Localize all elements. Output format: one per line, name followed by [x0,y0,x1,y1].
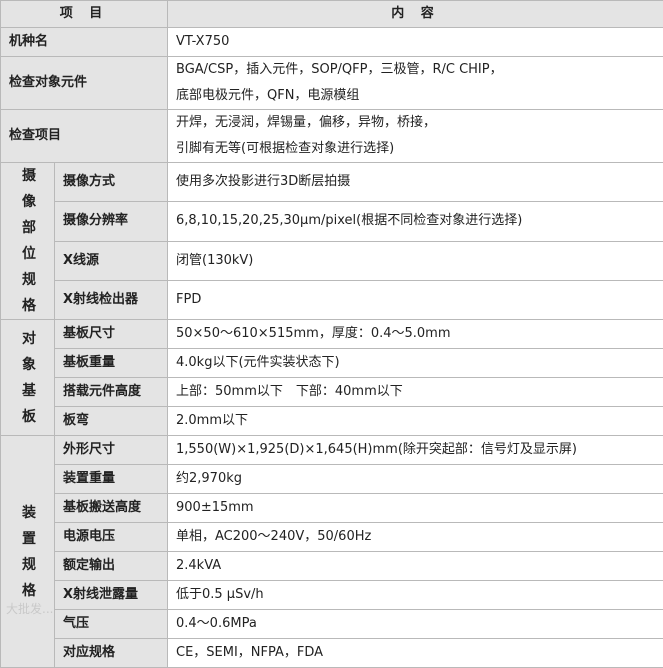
value-line: 引脚有无等(可根据检查对象进行选择) [176,136,663,162]
table-row: 对应规格 CE，SEMI，NFPA，FDA [1,639,663,668]
row-label: 摄像分辨率 [55,202,168,241]
group-label: 装 置 规 格 [1,436,55,668]
header-item: 项 目 [1,1,168,28]
value-line: 底部电极元件，QFN，电源模组 [176,83,663,109]
table-row: 基板重量 4.0kg以下(元件实装状态下) [1,349,663,378]
row-label: 搭载元件高度 [55,378,168,407]
header-content: 内 容 [168,1,663,28]
row-value: VT-X750 [168,28,663,57]
watermark: 大批发... [6,600,53,617]
row-value: 使用多次投影进行3D断层拍摄 [168,163,663,202]
row-label: 额定输出 [55,552,168,581]
group-label-line: 基 板 [9,378,54,430]
header-row: 项 目 内 容 [1,1,663,28]
row-label: 气压 [55,610,168,639]
row-label: X射线检出器 [55,280,168,319]
group-label-line: 规 格 [9,552,54,604]
row-value: 约2,970kg [168,465,663,494]
table-row: 机种名 VT-X750 [1,28,663,57]
row-value: 900±15mm [168,494,663,523]
table-row: 基板搬送高度 900±15mm [1,494,663,523]
row-label: 装置重量 [55,465,168,494]
row-value: 6,8,10,15,20,25,30μm/pixel(根据不同检查对象进行选择) [168,202,663,241]
row-label: 机种名 [1,28,168,57]
table-row: 板弯 2.0mm以下 [1,407,663,436]
row-value: 单相，AC200～240V，50/60Hz [168,523,663,552]
row-label: 基板搬送高度 [55,494,168,523]
group-label-line: 规 格 [9,267,54,319]
row-label: 外形尺寸 [55,436,168,465]
spec-table: 项 目 内 容 机种名 VT-X750 检查对象元件 BGA/CSP，插入元件，… [0,0,663,668]
row-value: 1,550(W)×1,925(D)×1,645(H)mm(除开突起部：信号灯及显… [168,436,663,465]
table-row: 摄像分辨率 6,8,10,15,20,25,30μm/pixel(根据不同检查对… [1,202,663,241]
table-row: X射线检出器 FPD [1,280,663,319]
table-row: X射线泄露量 低于0.5 μSv/h [1,581,663,610]
row-label: X线源 [55,241,168,280]
group-label: 对 象 基 板 [1,320,55,436]
value-line: 开焊，无浸润，焊锡量，偏移，异物，桥接， [176,110,663,136]
table-row: 额定输出 2.4kVA [1,552,663,581]
group-label-line: 摄 像 [9,163,54,215]
row-label: 检查项目 [1,110,168,163]
row-value: 2.0mm以下 [168,407,663,436]
row-label: 板弯 [55,407,168,436]
row-label: 摄像方式 [55,163,168,202]
row-value: 4.0kg以下(元件实装状态下) [168,349,663,378]
row-value: 开焊，无浸润，焊锡量，偏移，异物，桥接， 引脚有无等(可根据检查对象进行选择) [168,110,663,163]
table-row: 检查对象元件 BGA/CSP，插入元件，SOP/QFP，三极管，R/C CHIP… [1,57,663,110]
row-label: 检查对象元件 [1,57,168,110]
row-value: FPD [168,280,663,319]
table-row: 对 象 基 板 基板尺寸 50×50～610×515mm，厚度：0.4～5.0m… [1,320,663,349]
table-row: 检查项目 开焊，无浸润，焊锡量，偏移，异物，桥接， 引脚有无等(可根据检查对象进… [1,110,663,163]
group-label-line: 装 置 [9,500,54,552]
group-label: 摄 像 部 位 规 格 [1,163,55,320]
group-label-line: 对 象 [9,326,54,378]
row-label: 对应规格 [55,639,168,668]
table-row: X线源 闭管(130kV) [1,241,663,280]
row-label: 电源电压 [55,523,168,552]
row-label: 基板尺寸 [55,320,168,349]
value-line: BGA/CSP，插入元件，SOP/QFP，三极管，R/C CHIP， [176,57,663,83]
row-label: 基板重量 [55,349,168,378]
row-label: X射线泄露量 [55,581,168,610]
row-value: 闭管(130kV) [168,241,663,280]
row-value: 低于0.5 μSv/h [168,581,663,610]
table-row: 气压 0.4～0.6MPa [1,610,663,639]
row-value: 上部：50mm以下 下部：40mm以下 [168,378,663,407]
group-label-line: 部 位 [9,215,54,267]
row-value: 2.4kVA [168,552,663,581]
row-value: CE，SEMI，NFPA，FDA [168,639,663,668]
row-value: 50×50～610×515mm，厚度：0.4～5.0mm [168,320,663,349]
table-row: 摄 像 部 位 规 格 摄像方式 使用多次投影进行3D断层拍摄 [1,163,663,202]
table-row: 装 置 规 格 外形尺寸 1,550(W)×1,925(D)×1,645(H)m… [1,436,663,465]
table-row: 电源电压 单相，AC200～240V，50/60Hz [1,523,663,552]
table-row: 装置重量 约2,970kg [1,465,663,494]
row-value: 0.4～0.6MPa [168,610,663,639]
row-value: BGA/CSP，插入元件，SOP/QFP，三极管，R/C CHIP， 底部电极元… [168,57,663,110]
table-row: 搭载元件高度 上部：50mm以下 下部：40mm以下 [1,378,663,407]
